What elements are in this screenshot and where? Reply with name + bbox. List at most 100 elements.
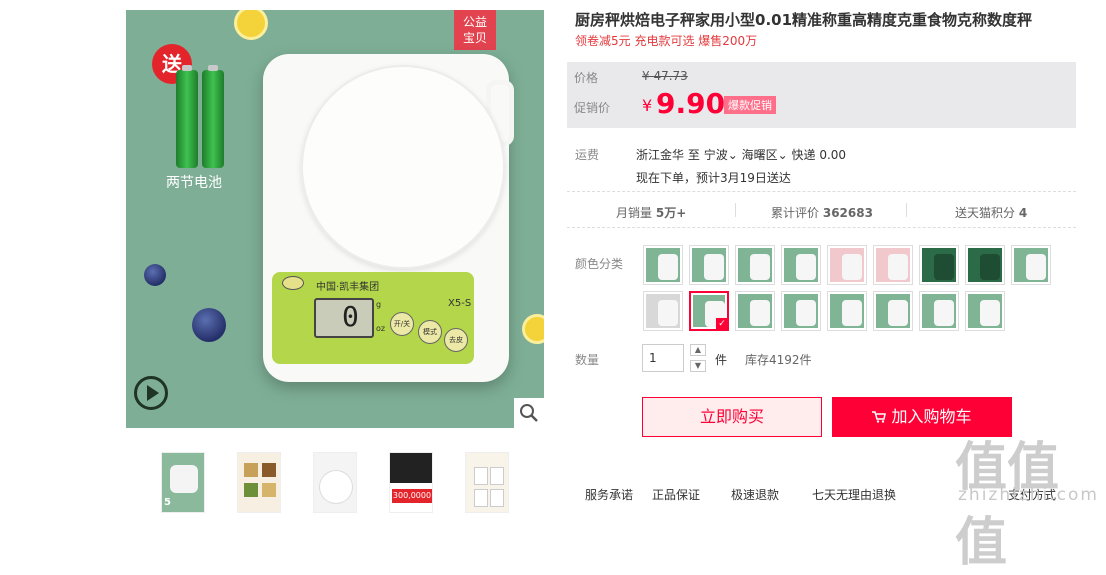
swatch-product-image (738, 294, 772, 328)
thumbnail-4[interactable]: 300,0000 (389, 452, 433, 513)
swatch-scale-shape (750, 300, 770, 326)
battery-caption: 两节电池 (166, 175, 222, 191)
thumbnail-1[interactable]: 5 (161, 452, 205, 513)
shipping-method: 快递 0.00 (791, 148, 847, 162)
swatch-product-image (646, 294, 680, 328)
chevron-down-icon: ⌄ (777, 148, 788, 162)
site-watermark-url: zhizhizhi.com (958, 485, 1099, 505)
thumbnail-scale-image (170, 465, 198, 493)
swatch-scale-shape (980, 254, 1000, 280)
scale-plate (301, 65, 505, 269)
blueberry-decoration (192, 308, 226, 342)
tmall-points-label: 送天猫积分 (955, 206, 1016, 220)
city-select[interactable]: 宁波⌄ (704, 148, 738, 162)
quantity-increase-button[interactable]: ▲ (690, 344, 706, 356)
scale-unit-g: g (376, 300, 382, 309)
color-swatch[interactable] (689, 245, 729, 285)
review-count-label: 累计评价 (771, 206, 820, 220)
color-swatch[interactable] (1011, 245, 1051, 285)
swatch-scale-shape (934, 300, 954, 326)
ship-from: 浙江金华 (636, 148, 685, 162)
color-swatch[interactable] (735, 291, 775, 331)
thumbnail-food-image (244, 483, 258, 497)
color-swatch[interactable] (781, 291, 821, 331)
scale-lcd-digit: 0 (342, 300, 359, 333)
quantity-input[interactable]: 1 (642, 344, 684, 372)
color-swatch[interactable] (643, 245, 683, 285)
lemon-decoration (522, 314, 544, 344)
swatch-product-image (922, 248, 956, 282)
thumbnail-food-image (244, 463, 258, 477)
magnifier-icon (520, 404, 538, 422)
brand-logo-icon (282, 276, 304, 290)
color-swatch[interactable]: ✓ (689, 291, 729, 331)
swatch-product-image (830, 294, 864, 328)
color-swatch[interactable] (919, 291, 959, 331)
scale-tare-button: 去皮 (444, 328, 468, 352)
review-count[interactable]: 累计评价 362683 (771, 204, 873, 221)
scale-power-button: 开/关 (390, 312, 414, 336)
thumbnail-certificate-image (474, 467, 488, 485)
thumbnail-certificate-image (474, 489, 488, 507)
color-swatch[interactable] (735, 245, 775, 285)
chevron-up-icon: ▲ (694, 345, 702, 354)
cart-icon (872, 407, 891, 426)
service-7day-return[interactable]: 七天无理由退换 (812, 486, 896, 503)
district-select[interactable]: 海曙区⌄ (742, 148, 788, 162)
swatch-scale-shape (888, 254, 908, 280)
ship-to-word: 至 (687, 148, 700, 162)
chevron-down-icon: ▼ (694, 361, 702, 370)
thumbnail-5[interactable] (465, 452, 509, 513)
swatch-scale-shape (980, 300, 1000, 326)
thumbnail-certificate-image (490, 467, 504, 485)
quantity-decrease-button[interactable]: ▼ (690, 360, 706, 372)
delivery-eta: 现在下单，预计3月19日送达 (636, 171, 791, 185)
color-swatch[interactable] (827, 291, 867, 331)
thumbnail-3[interactable] (313, 452, 357, 513)
swatch-scale-shape (658, 300, 678, 326)
service-label: 服务承诺 (585, 488, 634, 502)
swatch-product-image (876, 248, 910, 282)
monthly-sales-value: 5万+ (655, 206, 687, 220)
color-swatch[interactable] (781, 245, 821, 285)
product-title: 厨房秤烘焙电子秤家用小型0.01精准称重高精度克重食物克称数度秤 (575, 11, 1033, 29)
original-price: ¥ 47.73 (642, 69, 688, 83)
scale-mode-button: 模式 (418, 320, 442, 344)
divider (906, 203, 907, 217)
swatch-product-image (784, 248, 818, 282)
swatch-scale-shape (842, 254, 862, 280)
color-swatch[interactable] (965, 291, 1005, 331)
thumbnail-2[interactable] (237, 452, 281, 513)
product-subtitle: 领卷减5元 充电款可选 爆售200万 (575, 34, 758, 48)
blueberry-decoration (144, 264, 166, 286)
main-product-image[interactable]: 送 两节电池 公益 宝贝 中国·凯丰集团 X5-S 0 g oz 开/关 模式 … (126, 10, 544, 428)
charity-tag: 公益 宝贝 (454, 10, 496, 50)
battery-icon (202, 65, 224, 168)
service-genuine[interactable]: 正品保证 (652, 486, 700, 503)
color-swatch[interactable] (643, 291, 683, 331)
video-play-button[interactable] (134, 376, 168, 410)
service-fast-refund[interactable]: 极速退款 (731, 486, 779, 503)
swatch-scale-shape (934, 254, 954, 280)
price-label: 价格 (574, 71, 599, 85)
color-swatch[interactable] (827, 245, 867, 285)
swatch-product-image (646, 248, 680, 282)
color-swatch[interactable] (873, 291, 913, 331)
color-swatch[interactable] (919, 245, 959, 285)
promo-tag: 爆款促销 (724, 96, 776, 114)
thumbnail-scale-image (320, 471, 352, 503)
buy-now-button[interactable]: 立即购买 (642, 397, 822, 437)
zoom-button[interactable] (514, 398, 544, 428)
color-swatch[interactable] (965, 245, 1005, 285)
swatch-product-image (876, 294, 910, 328)
lemon-decoration (234, 10, 268, 40)
swatch-scale-shape (658, 254, 678, 280)
tmall-points-value: 4 (1018, 206, 1028, 220)
swatch-product-image (922, 294, 956, 328)
swatch-product-image (692, 248, 726, 282)
tmall-points: 送天猫积分 4 (955, 204, 1027, 221)
thumbnail-certificate-image (490, 489, 504, 507)
chevron-down-icon: ⌄ (727, 148, 738, 162)
color-swatch[interactable] (873, 245, 913, 285)
divider (735, 203, 736, 217)
